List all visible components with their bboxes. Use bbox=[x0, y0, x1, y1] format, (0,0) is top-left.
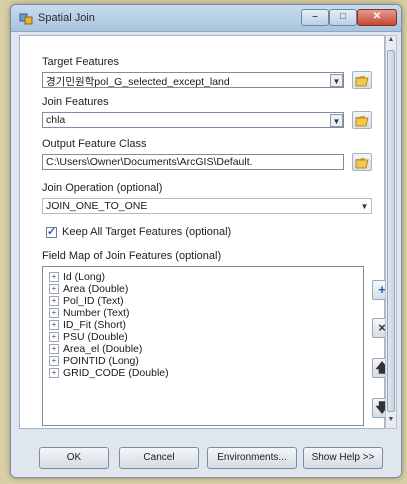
join-operation-dropdown[interactable]: ▼ bbox=[358, 200, 371, 213]
list-item[interactable]: + ID_Fit (Short) bbox=[49, 319, 126, 331]
list-item[interactable]: + PSU (Double) bbox=[49, 331, 128, 343]
output-feature-class-browse-button[interactable] bbox=[352, 153, 372, 171]
folder-open-icon bbox=[355, 116, 369, 127]
spatial-join-icon bbox=[19, 13, 33, 25]
list-item[interactable]: + Area (Double) bbox=[49, 283, 128, 295]
output-feature-class-label: Output Feature Class bbox=[42, 138, 147, 150]
list-item[interactable]: + POINTID (Long) bbox=[49, 355, 139, 367]
vertical-scrollbar[interactable]: ▲ ▼ bbox=[385, 35, 397, 429]
join-features-label: Join Features bbox=[42, 96, 109, 108]
chevron-down-icon: ▼ bbox=[332, 117, 341, 126]
chevron-down-icon: ▼ bbox=[332, 77, 341, 86]
list-item[interactable]: + GRID_CODE (Double) bbox=[49, 367, 169, 379]
chevron-down-icon: ▼ bbox=[360, 202, 369, 211]
join-operation-label: Join Operation (optional) bbox=[42, 182, 163, 194]
list-item[interactable]: + Id (Long) bbox=[49, 271, 105, 283]
parameters-panel: Target Features 경기민원학pol_G_selected_exce… bbox=[19, 35, 392, 429]
expand-icon[interactable]: + bbox=[49, 368, 59, 378]
spatial-join-dialog: Spatial Join – □ ✕ Target Features 경기민원학… bbox=[10, 4, 402, 478]
cancel-button[interactable]: Cancel bbox=[119, 447, 199, 469]
button-bar: OK Cancel Environments... Show Help >> bbox=[11, 435, 401, 477]
list-item[interactable]: + Pol_ID (Text) bbox=[49, 295, 124, 307]
minimize-icon: – bbox=[312, 11, 318, 22]
scroll-down-icon[interactable]: ▼ bbox=[386, 416, 396, 428]
title-bar[interactable]: Spatial Join – □ ✕ bbox=[11, 5, 401, 32]
close-button[interactable]: ✕ bbox=[357, 9, 397, 26]
join-features-browse-button[interactable] bbox=[352, 111, 372, 129]
expand-icon[interactable]: + bbox=[49, 272, 59, 282]
close-icon: ✕ bbox=[372, 11, 382, 22]
checkmark-icon: ✓ bbox=[47, 226, 57, 238]
join-features-input[interactable]: chla bbox=[42, 112, 344, 128]
maximize-button[interactable]: □ bbox=[329, 9, 357, 26]
keep-all-checkbox[interactable]: ✓ bbox=[46, 226, 57, 238]
environments-button[interactable]: Environments... bbox=[207, 447, 297, 469]
folder-open-icon bbox=[355, 158, 369, 169]
folder-open-icon bbox=[355, 76, 369, 87]
join-features-dropdown[interactable]: ▼ bbox=[330, 114, 343, 127]
join-operation-select[interactable]: JOIN_ONE_TO_ONE bbox=[42, 198, 372, 214]
expand-icon[interactable]: + bbox=[49, 344, 59, 354]
expand-icon[interactable]: + bbox=[49, 284, 59, 294]
keep-all-label: Keep All Target Features (optional) bbox=[62, 226, 232, 238]
maximize-icon: □ bbox=[339, 11, 347, 22]
show-help-button[interactable]: Show Help >> bbox=[303, 447, 383, 469]
scroll-up-icon[interactable]: ▲ bbox=[386, 36, 396, 48]
target-features-label: Target Features bbox=[42, 56, 120, 68]
expand-icon[interactable]: + bbox=[49, 320, 59, 330]
expand-icon[interactable]: + bbox=[49, 308, 59, 318]
field-map-list[interactable]: + Id (Long) + Area (Double) + Pol_ID (Text)… bbox=[42, 266, 364, 426]
field-map-label: Field Map of Join Features (optional) bbox=[42, 250, 222, 262]
expand-icon[interactable]: + bbox=[49, 332, 59, 342]
scroll-thumb[interactable] bbox=[387, 50, 395, 412]
minimize-button[interactable]: – bbox=[301, 9, 329, 26]
list-item[interactable]: + Number (Text) bbox=[49, 307, 130, 319]
expand-icon[interactable]: + bbox=[49, 296, 59, 306]
list-item[interactable]: + Area_el (Double) bbox=[49, 343, 142, 355]
ok-button[interactable]: OK bbox=[39, 447, 109, 469]
target-features-browse-button[interactable] bbox=[352, 71, 372, 89]
target-features-input[interactable]: 경기민원학pol_G_selected_except_land bbox=[42, 72, 344, 88]
window-title: Spatial Join bbox=[38, 12, 95, 24]
output-feature-class-input[interactable]: C:\Users\Owner\Documents\ArcGIS\Default. bbox=[42, 154, 344, 170]
expand-icon[interactable]: + bbox=[49, 356, 59, 366]
target-features-dropdown[interactable]: ▼ bbox=[330, 74, 343, 87]
